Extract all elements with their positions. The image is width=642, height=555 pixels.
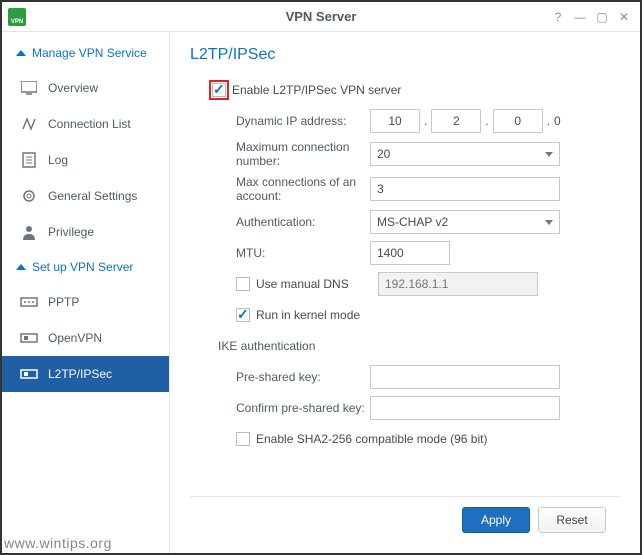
chevron-down-icon bbox=[545, 152, 553, 157]
user-icon bbox=[20, 224, 38, 240]
auth-label: Authentication: bbox=[190, 215, 370, 229]
manual-dns-checkbox[interactable] bbox=[236, 277, 250, 291]
sidebar-item-openvpn[interactable]: OpenVPN bbox=[2, 320, 169, 356]
section-manage[interactable]: Manage VPN Service bbox=[2, 36, 169, 70]
dns-input bbox=[378, 272, 538, 296]
section-setup[interactable]: Set up VPN Server bbox=[2, 250, 169, 284]
max-acct-input[interactable] bbox=[370, 177, 560, 201]
sidebar-item-label: L2TP/IPSec bbox=[48, 367, 112, 381]
sidebar-item-overview[interactable]: Overview bbox=[2, 70, 169, 106]
sha2-checkbox[interactable] bbox=[236, 432, 250, 446]
help-icon[interactable]: ? bbox=[548, 8, 568, 26]
row-manual-dns: Use manual DNS bbox=[190, 272, 620, 296]
manual-dns-label: Use manual DNS bbox=[256, 277, 372, 291]
enable-label: Enable L2TP/IPSec VPN server bbox=[232, 83, 401, 97]
dot: . bbox=[424, 114, 427, 128]
maximize-icon[interactable]: ▢ bbox=[592, 8, 612, 26]
psk2-input[interactable] bbox=[370, 396, 560, 420]
vpn-server-window: VPN VPN Server ? — ▢ ✕ Manage VPN Servic… bbox=[0, 0, 642, 555]
chevron-down-icon bbox=[545, 220, 553, 225]
window-controls: ? — ▢ ✕ bbox=[548, 8, 634, 26]
sidebar-item-label: Connection List bbox=[48, 117, 131, 131]
app-icon: VPN bbox=[8, 8, 26, 26]
sidebar-item-general-settings[interactable]: General Settings bbox=[2, 178, 169, 214]
window-body: Manage VPN Service Overview Connection L… bbox=[2, 32, 640, 553]
sidebar-item-label: Log bbox=[48, 153, 68, 167]
sidebar-item-label: PPTP bbox=[48, 295, 79, 309]
mtu-label: MTU: bbox=[190, 246, 370, 260]
kernel-label: Run in kernel mode bbox=[256, 308, 360, 322]
chevron-up-icon bbox=[16, 264, 26, 270]
max-conn-label: Maximum connection number: bbox=[190, 140, 370, 168]
settings-form: Enable L2TP/IPSec VPN server Dynamic IP … bbox=[190, 78, 620, 496]
row-mtu: MTU: bbox=[190, 241, 620, 265]
sidebar-item-label: Privilege bbox=[48, 225, 94, 239]
row-auth: Authentication: MS-CHAP v2 bbox=[190, 210, 620, 234]
sidebar-item-log[interactable]: Log bbox=[2, 142, 169, 178]
ip-group: . . . 0 bbox=[370, 109, 561, 133]
enable-checkbox[interactable] bbox=[212, 83, 226, 97]
select-value: MS-CHAP v2 bbox=[377, 215, 448, 229]
row-enable: Enable L2TP/IPSec VPN server bbox=[190, 78, 620, 102]
content-pane: L2TP/IPSec Enable L2TP/IPSec VPN server … bbox=[170, 32, 640, 553]
section-label: Manage VPN Service bbox=[32, 46, 147, 60]
gear-icon bbox=[20, 188, 38, 204]
apply-button[interactable]: Apply bbox=[462, 507, 530, 533]
sidebar-item-label: OpenVPN bbox=[48, 331, 102, 345]
sidebar-item-privilege[interactable]: Privilege bbox=[2, 214, 169, 250]
row-psk: Pre-shared key: bbox=[190, 365, 620, 389]
sidebar-item-connection-list[interactable]: Connection List bbox=[2, 106, 169, 142]
footer: Apply Reset bbox=[190, 496, 620, 543]
dot: . bbox=[547, 114, 550, 128]
section-label: Set up VPN Server bbox=[32, 260, 133, 274]
mtu-input[interactable] bbox=[370, 241, 450, 265]
row-ike: IKE authentication bbox=[190, 334, 620, 358]
sidebar-item-pptp[interactable]: PPTP bbox=[2, 284, 169, 320]
titlebar: VPN VPN Server ? — ▢ ✕ bbox=[2, 2, 640, 32]
row-max-acct: Max connections of an account: bbox=[190, 175, 620, 203]
ike-label: IKE authentication bbox=[190, 339, 370, 353]
kernel-checkbox[interactable] bbox=[236, 308, 250, 322]
ip-octet-4: 0 bbox=[554, 114, 561, 128]
sidebar: Manage VPN Service Overview Connection L… bbox=[2, 32, 170, 553]
row-dynamic-ip: Dynamic IP address: . . . 0 bbox=[190, 109, 620, 133]
close-icon[interactable]: ✕ bbox=[614, 8, 634, 26]
sidebar-item-label: Overview bbox=[48, 81, 98, 95]
connection-icon bbox=[20, 116, 38, 132]
sidebar-item-label: General Settings bbox=[48, 189, 137, 203]
sidebar-item-l2tp[interactable]: L2TP/IPSec bbox=[2, 356, 169, 392]
dynamic-ip-label: Dynamic IP address: bbox=[190, 114, 370, 128]
select-value: 20 bbox=[377, 147, 390, 161]
overview-icon bbox=[20, 80, 38, 96]
openvpn-icon bbox=[20, 330, 38, 346]
psk-input[interactable] bbox=[370, 365, 560, 389]
ip-octet-2[interactable] bbox=[431, 109, 481, 133]
psk-label: Pre-shared key: bbox=[190, 370, 370, 384]
reset-button[interactable]: Reset bbox=[538, 507, 606, 533]
row-kernel: Run in kernel mode bbox=[190, 303, 620, 327]
ip-octet-1[interactable] bbox=[370, 109, 420, 133]
psk2-label: Confirm pre-shared key: bbox=[190, 401, 370, 415]
max-conn-select[interactable]: 20 bbox=[370, 142, 560, 166]
sha2-label: Enable SHA2-256 compatible mode (96 bit) bbox=[256, 432, 487, 446]
ip-octet-3[interactable] bbox=[493, 109, 543, 133]
row-psk2: Confirm pre-shared key: bbox=[190, 396, 620, 420]
chevron-up-icon bbox=[16, 50, 26, 56]
max-acct-label: Max connections of an account: bbox=[190, 175, 370, 203]
dot: . bbox=[485, 114, 488, 128]
row-sha2: Enable SHA2-256 compatible mode (96 bit) bbox=[190, 427, 620, 451]
auth-select[interactable]: MS-CHAP v2 bbox=[370, 210, 560, 234]
page-title: L2TP/IPSec bbox=[190, 46, 620, 64]
l2tp-icon bbox=[20, 366, 38, 382]
log-icon bbox=[20, 152, 38, 168]
minimize-icon[interactable]: — bbox=[570, 8, 590, 26]
row-max-conn: Maximum connection number: 20 bbox=[190, 140, 620, 168]
pptp-icon bbox=[20, 294, 38, 310]
window-title: VPN Server bbox=[286, 9, 357, 24]
